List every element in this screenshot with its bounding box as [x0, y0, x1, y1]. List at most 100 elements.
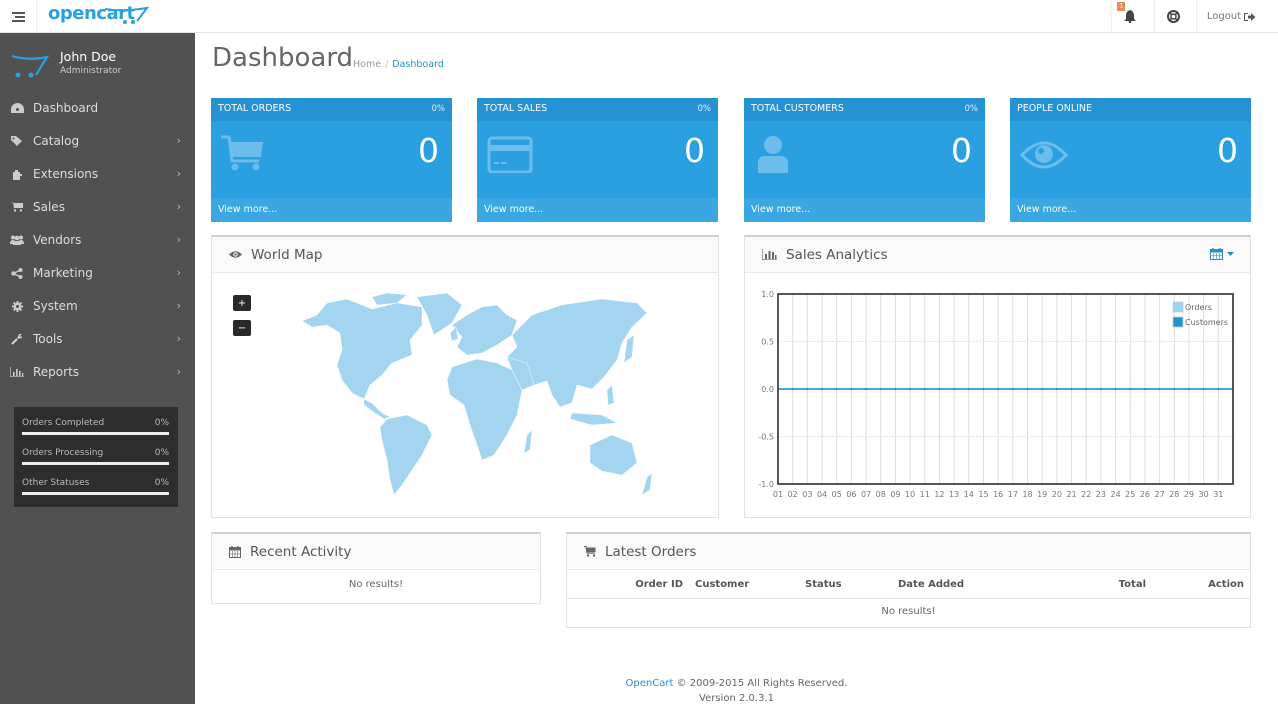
- x-tick-label: 22: [1081, 490, 1091, 499]
- legend-swatch: [1172, 316, 1184, 328]
- x-tick-label: 15: [978, 490, 988, 499]
- data-point: [1217, 388, 1220, 390]
- tile-percent: 0%: [431, 104, 446, 114]
- col-customer[interactable]: Customer: [689, 572, 799, 599]
- life-ring-icon: [1166, 10, 1180, 23]
- x-tick-label: 27: [1155, 490, 1165, 499]
- col-order-id[interactable]: Order ID: [567, 572, 689, 599]
- x-tick-label: 29: [1184, 490, 1194, 499]
- x-tick-label: 19: [1037, 490, 1047, 499]
- logout-button[interactable]: Logout: [1196, 0, 1266, 33]
- map-zoom-in-button[interactable]: +: [233, 295, 251, 311]
- cart-icon: [584, 546, 596, 557]
- user-profile[interactable]: John Doe Administrator: [0, 33, 195, 93]
- sidebar-item-sales[interactable]: Sales ›: [0, 192, 195, 222]
- copyright-text: © 2009-2015 All Rights Reserved.: [673, 678, 848, 689]
- notifications-button[interactable]: 1: [1111, 0, 1148, 33]
- data-point: [1070, 388, 1073, 390]
- menu-toggle-button[interactable]: [0, 0, 37, 33]
- japan: [623, 334, 635, 364]
- south-america: [379, 414, 433, 496]
- x-tick-label: 21: [1066, 490, 1076, 499]
- y-tick-label: 1.0: [761, 290, 774, 299]
- panel-title: Latest Orders: [605, 543, 697, 560]
- sidebar-item-marketing[interactable]: Marketing ›: [0, 258, 195, 288]
- sidebar-item-reports[interactable]: Reports ›: [0, 357, 195, 387]
- bell-icon: [1124, 10, 1136, 23]
- stat-percent: 0%: [154, 418, 169, 428]
- opencart-link[interactable]: OpenCart: [626, 678, 674, 689]
- sidebar-item-label: Catalog: [33, 134, 80, 148]
- x-tick-label: 28: [1169, 490, 1179, 499]
- madagascar: [523, 429, 533, 454]
- chevron-right-icon: ›: [176, 299, 181, 312]
- stat-label: Orders Processing: [22, 448, 104, 458]
- data-point: [1026, 388, 1029, 390]
- view-more-link[interactable]: View more...: [211, 198, 452, 222]
- chevron-right-icon: ›: [176, 266, 181, 279]
- view-more-link[interactable]: View more...: [477, 198, 718, 222]
- table-header-row: Order ID Customer Status Date Added Tota…: [567, 572, 1250, 599]
- credit-card-icon: [487, 136, 533, 173]
- map-zoom-out-button[interactable]: −: [233, 320, 251, 336]
- wrench-icon: [10, 333, 24, 345]
- col-status[interactable]: Status: [799, 572, 892, 599]
- new-zealand: [641, 472, 653, 496]
- progress-bar: [22, 462, 169, 465]
- breadcrumb: Home / Dashboard: [353, 59, 444, 70]
- sidebar-item-catalog[interactable]: Catalog ›: [0, 126, 195, 156]
- x-tick-label: 25: [1125, 490, 1135, 499]
- x-tick-label: 02: [788, 490, 798, 499]
- data-point: [879, 388, 882, 390]
- view-more-link[interactable]: View more...: [1010, 198, 1251, 222]
- data-point: [1055, 388, 1058, 390]
- x-tick-label: 23: [1096, 490, 1106, 499]
- empty-row: No results!: [567, 598, 1250, 624]
- sidebar-item-vendors[interactable]: Vendors ›: [0, 225, 195, 255]
- stat-label: Other Statuses: [22, 478, 90, 488]
- sidebar-item-label: System: [33, 299, 78, 313]
- bar-chart-icon: [762, 249, 777, 260]
- col-total[interactable]: Total: [1042, 572, 1152, 599]
- sidebar-item-tools[interactable]: Tools ›: [0, 324, 195, 354]
- tile-title: TOTAL CUSTOMERS: [751, 103, 844, 114]
- tile-title: TOTAL SALES: [484, 103, 548, 114]
- puzzle-icon: [10, 168, 24, 180]
- sidebar-item-label: Dashboard: [33, 101, 99, 115]
- chevron-right-icon: ›: [176, 365, 181, 378]
- profile-cart-icon: [11, 54, 49, 78]
- breadcrumb-home[interactable]: Home: [353, 59, 381, 70]
- date-range-dropdown[interactable]: [1210, 248, 1234, 260]
- breadcrumb-dashboard[interactable]: Dashboard: [392, 59, 444, 70]
- y-tick-label: 0.5: [761, 338, 774, 347]
- x-tick-label: 05: [832, 490, 842, 499]
- world-map-panel: World Map + −: [211, 235, 719, 518]
- tile-total-sales: TOTAL SALES 0% 0 View more...: [477, 98, 718, 222]
- x-tick-label: 26: [1140, 490, 1150, 499]
- data-point: [791, 388, 794, 390]
- data-point: [938, 388, 941, 390]
- sidebar-item-system[interactable]: System ›: [0, 291, 195, 321]
- x-tick-label: 07: [861, 490, 871, 499]
- sidebar-item-dashboard[interactable]: Dashboard: [0, 93, 195, 123]
- col-date-added[interactable]: Date Added: [892, 572, 1042, 599]
- tile-title: PEOPLE ONLINE: [1017, 103, 1093, 114]
- sidebar: John Doe Administrator Dashboard Catalog…: [0, 33, 195, 704]
- x-tick-label: 24: [1110, 490, 1120, 499]
- breadcrumb-separator: /: [385, 59, 389, 70]
- panel-title: Recent Activity: [250, 543, 352, 560]
- world-map[interactable]: [272, 285, 672, 505]
- y-tick-label: 0.0: [761, 385, 774, 394]
- sidebar-item-extensions[interactable]: Extensions ›: [0, 159, 195, 189]
- legend-label: Customers: [1185, 318, 1228, 327]
- bar-chart-icon: [10, 366, 24, 378]
- data-point: [982, 388, 985, 390]
- help-button[interactable]: [1154, 0, 1191, 33]
- data-point: [1129, 388, 1132, 390]
- view-more-link[interactable]: View more...: [744, 198, 985, 222]
- panel-title: World Map: [251, 246, 323, 263]
- stat-percent: 0%: [154, 448, 169, 458]
- calendar-icon: [1210, 248, 1223, 260]
- progress-bar: [22, 492, 169, 495]
- col-action: Action: [1152, 572, 1250, 599]
